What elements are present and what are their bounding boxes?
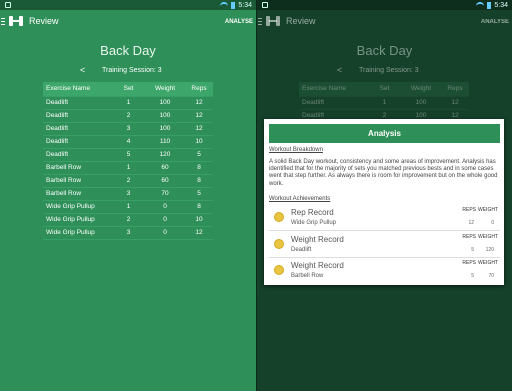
reps-label: REPS [462,207,476,213]
status-time: 5:34 [494,1,508,9]
status-time: 5:34 [238,1,252,9]
notification-icon [5,2,11,8]
medal-icon [274,212,284,222]
table-row[interactable]: Deadlift 2 100 12 [43,109,213,123]
menu-icon [258,18,262,25]
table-row[interactable]: Wide Grip Pullup 3 0 12 [43,226,213,240]
page-title: Back Day [356,43,413,58]
prev-session-icon[interactable]: < [80,66,85,75]
table-row[interactable]: Barbell Row 1 60 8 [43,161,213,175]
medal-icon [274,265,284,275]
col-exercise-name: Exercise Name [43,82,112,97]
col-set: Set [112,82,145,97]
col-weight: Weight [145,82,185,97]
col-set: Set [368,82,401,97]
achievement-item[interactable]: Weight Record Barbell Row REPS WEIGHT 5 … [269,259,500,284]
col-weight: Weight [401,82,441,97]
achievement-exercise: Deadlift [291,247,312,253]
table-row[interactable]: Barbell Row 3 70 5 [43,187,213,201]
session-label: Training Session: 3 [359,67,419,74]
table-row[interactable]: Deadlift 3 100 12 [43,122,213,136]
col-reps: Reps [185,82,213,97]
weight-label: WEIGHT [478,234,498,240]
table-row[interactable]: Wide Grip Pullup 2 0 10 [43,213,213,227]
analysis-dialog: Analysis Workout Breakdown A solid Back … [264,119,504,285]
app-bar: Review ANALYSE [257,10,512,33]
table-row[interactable]: Deadlift 1 100 12 [43,96,213,110]
col-exercise-name: Exercise Name [299,82,368,97]
table-row[interactable]: Deadlift 5 120 5 [43,148,213,162]
notification-icon [262,2,268,8]
battery-icon [231,1,236,9]
achievement-item[interactable]: Rep Record Wide Grip Pullup REPS WEIGHT … [269,206,500,231]
app-title: Review [286,16,316,26]
wifi-icon [476,2,485,8]
status-bar: 5:34 [0,0,256,10]
reps-value: 5 [471,273,474,279]
table-row: Deadlift 1 100 12 [299,96,469,110]
reps-label: REPS [462,234,476,240]
table-row[interactable]: Deadlift 4 110 10 [43,135,213,149]
session-label: Training Session: 3 [102,67,162,74]
reps-value: 12 [468,220,474,226]
achievement-title: Rep Record [291,208,334,217]
achievements-heading: Workout Achievements [269,196,331,202]
dumbbell-icon [266,16,280,26]
achievement-exercise: Wide Grip Pullup [291,220,337,226]
page-title: Back Day [100,43,156,58]
exercise-table: Exercise Name Set Weight Reps Deadlift 1 1… [43,82,213,240]
app-title: Review [29,16,59,26]
achievement-item[interactable]: Weight Record Deadlift REPS WEIGHT 5 120 [269,233,500,258]
col-reps: Reps [441,82,469,97]
analyse-button[interactable]: ANALYSE [225,19,253,25]
achievement-exercise: Barbell Row [291,273,324,279]
medal-icon [274,239,284,249]
table-row[interactable]: Barbell Row 2 60 8 [43,174,213,188]
achievement-title: Weight Record [291,261,344,270]
battery-icon [487,1,492,9]
status-bar: 5:34 [257,0,512,10]
weight-value: 120 [485,247,494,253]
table-row[interactable]: Wide Grip Pullup 1 0 8 [43,200,213,214]
menu-icon[interactable] [1,18,5,25]
prev-session-icon: < [337,65,343,75]
breakdown-heading: Workout Breakdown [269,147,323,153]
analyse-button: ANALYSE [480,19,509,25]
dumbbell-icon[interactable] [9,16,23,26]
weight-label: WEIGHT [478,207,498,213]
dialog-title: Analysis [269,124,500,143]
breakdown-text: A solid Back Day workout, consistency an… [269,159,498,187]
weight-label: WEIGHT [478,260,498,266]
app-bar: Review ANALYSE [0,10,256,33]
achievement-title: Weight Record [291,235,344,244]
reps-label: REPS [462,260,476,266]
wifi-icon [220,2,229,8]
reps-value: 5 [471,247,474,253]
weight-value: 70 [488,273,494,279]
left-screen: 5:34 Review ANALYSE Back Day < Training … [0,0,256,391]
weight-value: 0 [491,220,494,226]
